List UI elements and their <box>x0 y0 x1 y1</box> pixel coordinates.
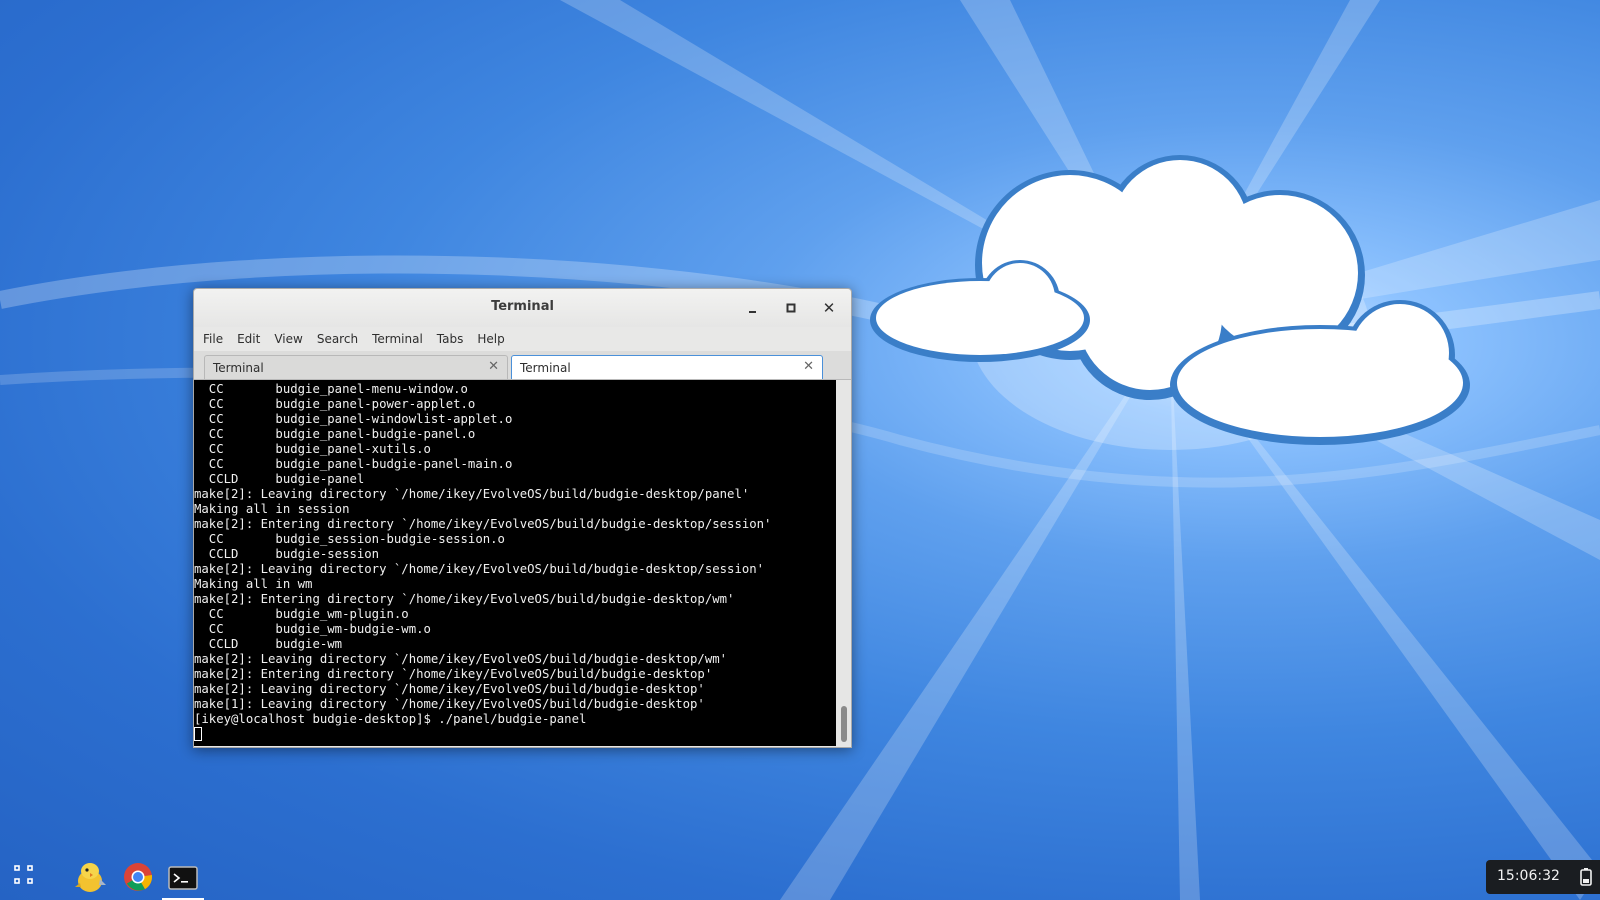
taskbar-terminal[interactable] <box>162 857 204 900</box>
tab-bar: Terminal ✕ Terminal ✕ <box>194 351 851 380</box>
tab-close-icon[interactable]: ✕ <box>803 359 814 374</box>
budgie-icon <box>75 863 106 892</box>
close-button[interactable]: ✕ <box>818 297 840 319</box>
terminal-line: Making all in wm <box>194 577 313 591</box>
terminal-line: make[2]: Leaving directory `/home/ikey/E… <box>194 682 705 696</box>
minimize-button[interactable] <box>742 297 764 319</box>
terminal-line: CCLD budgie-session <box>194 547 380 561</box>
terminal-line: CC budgie_panel-budgie-panel-main.o <box>194 457 513 471</box>
tab-terminal-1[interactable]: Terminal ✕ <box>204 355 508 379</box>
terminal-line: CC budgie_session-budgie-session.o <box>194 532 505 546</box>
terminal-window[interactable]: Terminal ✕ File Edit View Search Termina… <box>193 288 852 748</box>
terminal-line: make[2]: Leaving directory `/home/ikey/E… <box>194 562 765 576</box>
terminal-cursor-line <box>194 727 836 742</box>
chrome-icon <box>124 863 152 891</box>
scrollbar-thumb[interactable] <box>841 706 847 742</box>
terminal-line: CC budgie_panel-menu-window.o <box>194 382 468 396</box>
terminal-line: CCLD budgie-panel <box>194 472 365 486</box>
tab-terminal-2[interactable]: Terminal ✕ <box>511 355 823 379</box>
clock-applet[interactable]: 15:06:32 <box>1486 860 1600 894</box>
app-grid-icon[interactable] <box>14 865 34 885</box>
terminal-icon <box>168 865 198 890</box>
terminal-line: CCLD budgie-wm <box>194 637 343 651</box>
terminal-line: CC budgie_panel-xutils.o <box>194 442 431 456</box>
terminal-prompt: [ikey@localhost budgie-desktop]$ ./panel… <box>194 712 587 726</box>
taskbar-budgie[interactable] <box>69 857 111 897</box>
taskbar-chrome[interactable] <box>117 857 159 897</box>
minimize-icon <box>749 311 756 313</box>
menu-help[interactable]: Help <box>473 332 512 346</box>
terminal-line: CC budgie_wm-plugin.o <box>194 607 409 621</box>
menu-file[interactable]: File <box>199 332 231 346</box>
terminal-line: CC budgie_wm-budgie-wm.o <box>194 622 431 636</box>
battery-icon[interactable] <box>1578 868 1594 886</box>
maximize-button[interactable] <box>780 297 802 319</box>
terminal-line: Making all in session <box>194 502 350 516</box>
window-titlebar[interactable]: Terminal ✕ <box>194 289 851 327</box>
terminal-line: make[2]: Leaving directory `/home/ikey/E… <box>194 487 750 501</box>
terminal-line: CC budgie_panel-budgie-panel.o <box>194 427 476 441</box>
terminal-line: CC budgie_panel-windowlist-applet.o <box>194 412 513 426</box>
tab-label: Terminal <box>520 361 571 375</box>
terminal-output[interactable]: CC budgie_panel-menu-window.o CC budgie_… <box>194 380 836 746</box>
terminal-line: make[2]: Entering directory `/home/ikey/… <box>194 592 735 606</box>
terminal-line: CC budgie_panel-power-applet.o <box>194 397 476 411</box>
tab-label: Terminal <box>213 361 264 375</box>
clock-time: 15:06:32 <box>1497 868 1560 884</box>
terminal-line: make[2]: Entering directory `/home/ikey/… <box>194 667 713 681</box>
menu-view[interactable]: View <box>270 332 310 346</box>
close-icon: ✕ <box>822 299 836 317</box>
menu-tabs[interactable]: Tabs <box>433 332 472 346</box>
tab-close-icon[interactable]: ✕ <box>488 359 499 374</box>
terminal-line: make[2]: Entering directory `/home/ikey/… <box>194 517 772 531</box>
terminal-line: make[2]: Leaving directory `/home/ikey/E… <box>194 652 728 666</box>
terminal-cursor <box>194 727 202 741</box>
terminal-line: make[1]: Leaving directory `/home/ikey/E… <box>194 697 705 711</box>
menubar: File Edit View Search Terminal Tabs Help <box>194 327 851 351</box>
menu-terminal[interactable]: Terminal <box>368 332 431 346</box>
menu-edit[interactable]: Edit <box>233 332 268 346</box>
terminal-scrollbar[interactable] <box>836 380 851 746</box>
maximize-icon <box>786 303 796 313</box>
menu-search[interactable]: Search <box>313 332 366 346</box>
